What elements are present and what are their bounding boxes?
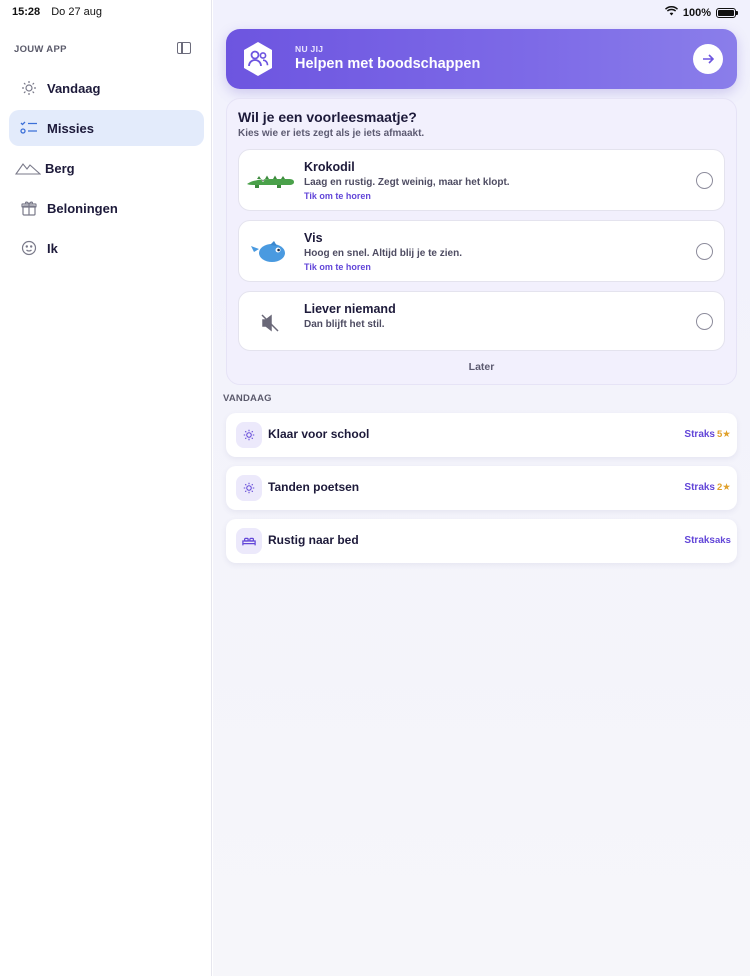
current-mission-banner[interactable]: NU JIJ Helpen met boodschappen xyxy=(226,29,737,89)
smiley-icon xyxy=(19,238,39,258)
radio-button[interactable] xyxy=(696,172,713,189)
option-title: Vis xyxy=(304,231,323,245)
task-status: Straks xyxy=(684,535,715,546)
sidebar-item-label: Vandaag xyxy=(47,80,101,96)
sidebar-item-berg[interactable]: Berg xyxy=(9,150,204,186)
task-points: 2★ xyxy=(717,482,731,493)
voice-buddy-card: Wil je een voorleesmaatje? Kies wie er i… xyxy=(226,98,737,385)
mute-icon xyxy=(245,304,295,342)
checklist-icon xyxy=(19,118,39,138)
task-status: Straks xyxy=(684,429,715,440)
sidebar-item-label: Ik xyxy=(47,240,58,256)
people-hexagon-icon xyxy=(242,41,274,77)
bed-icon xyxy=(236,528,262,554)
sidebar-item-missies[interactable]: Missies xyxy=(9,110,204,146)
task-status: Straks xyxy=(684,482,715,493)
radio-button[interactable] xyxy=(696,243,713,260)
gift-icon xyxy=(19,198,39,218)
battery-percent: 100% xyxy=(682,6,711,19)
option-liever-niemand[interactable]: Liever niemand Dan blijft het stil. xyxy=(238,291,725,351)
sidebar-toggle-icon[interactable] xyxy=(177,42,191,54)
sidebar-item-label: Beloningen xyxy=(47,200,118,216)
sidebar: 15:28 Do 27 aug JOUW APP Vandaag Missies… xyxy=(0,0,212,976)
wifi-icon xyxy=(664,5,678,19)
section-label-today: VANDAAG xyxy=(223,393,272,404)
option-title: Liever niemand xyxy=(304,302,396,316)
option-description: Laag en rustig. Zegt weinig, maar het kl… xyxy=(304,177,510,188)
later-button[interactable]: Later xyxy=(227,361,736,373)
sidebar-header: JOUW APP xyxy=(14,44,67,55)
arrow-right-button[interactable] xyxy=(693,44,723,74)
mountain-icon xyxy=(15,158,41,178)
sidebar-nav: Vandaag Missies Berg Beloningen Ik xyxy=(9,70,204,270)
banner-kicker: NU JIJ xyxy=(295,44,324,54)
sun-icon xyxy=(236,422,262,448)
arrow-right-icon xyxy=(703,54,714,64)
option-krokodil[interactable]: Krokodil Laag en rustig. Zegt weinig, ma… xyxy=(238,149,725,211)
sidebar-item-label: Missies xyxy=(47,120,94,136)
status-bar-right: 100% xyxy=(664,5,738,19)
sidebar-item-vandaag[interactable]: Vandaag xyxy=(9,70,204,106)
banner-title: Helpen met boodschappen xyxy=(295,56,481,72)
task-row[interactable]: Rustig naar bed Straks aks xyxy=(226,519,737,563)
task-title: Rustig naar bed xyxy=(268,533,359,547)
crocodile-icon xyxy=(245,162,295,200)
option-title: Krokodil xyxy=(304,160,355,174)
task-row[interactable]: Klaar voor school Straks 5★ xyxy=(226,413,737,457)
task-points: 5★ xyxy=(717,429,731,440)
task-row[interactable]: Tanden poetsen Straks 2★ xyxy=(226,466,737,510)
option-vis[interactable]: Vis Hoog en snel. Altijd blij je te zien… xyxy=(238,220,725,282)
status-date: Do 27 aug xyxy=(51,6,102,18)
task-points: aks xyxy=(715,535,731,546)
status-bar-left: 15:28 Do 27 aug xyxy=(12,6,110,18)
task-title: Klaar voor school xyxy=(268,427,370,441)
prompt-title: Wil je een voorleesmaatje? xyxy=(238,109,417,125)
sun-icon xyxy=(19,78,39,98)
option-description: Hoog en snel. Altijd blij je te zien. xyxy=(304,248,462,259)
status-time: 15:28 xyxy=(12,6,41,18)
sidebar-item-label: Berg xyxy=(45,160,75,176)
prompt-subtitle: Kies wie er iets zegt als je iets afmaak… xyxy=(238,128,425,139)
sidebar-item-beloningen[interactable]: Beloningen xyxy=(9,190,204,226)
main-content: 100% NU JIJ Helpen met boodschappen Wil … xyxy=(213,0,750,976)
task-title: Tanden poetsen xyxy=(268,480,360,494)
sidebar-item-ik[interactable]: Ik xyxy=(9,230,204,266)
option-description: Dan blijft het stil. xyxy=(304,319,385,330)
fish-icon xyxy=(245,233,295,271)
radio-button[interactable] xyxy=(696,313,713,330)
listen-link[interactable]: Tik om te horen xyxy=(304,262,371,272)
sun-icon xyxy=(236,475,262,501)
listen-link[interactable]: Tik om te horen xyxy=(304,191,371,201)
battery-icon xyxy=(716,7,738,18)
